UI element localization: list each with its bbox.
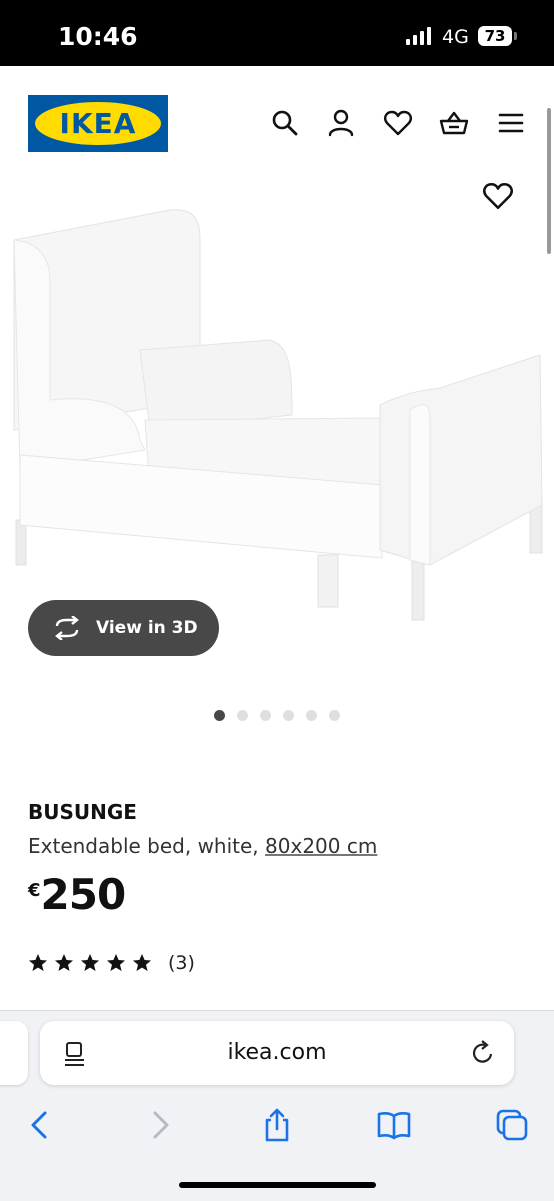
gallery-dot[interactable] [283, 710, 294, 721]
basket-icon[interactable] [439, 108, 469, 138]
user-icon[interactable] [326, 108, 356, 138]
product-size-link[interactable]: 80x200 cm [265, 834, 377, 858]
battery-level: 73 [484, 27, 506, 45]
view-in-3d-label: View in 3D [96, 618, 198, 638]
status-time: 10:46 [58, 22, 138, 51]
menu-icon[interactable] [496, 108, 526, 138]
rotate-3d-icon [52, 615, 82, 641]
home-indicator[interactable] [179, 1182, 376, 1188]
previous-tab-preview[interactable] [0, 1021, 28, 1085]
product-description-text: Extendable bed, white, [28, 834, 259, 858]
browser-toolbar: ikea.com [0, 1010, 554, 1201]
favorite-icon[interactable] [482, 180, 514, 212]
rating-count: (3) [168, 952, 195, 974]
reload-icon[interactable] [470, 1040, 496, 1066]
gallery-pagination [214, 710, 340, 722]
url-text: ikea.com [227, 1040, 327, 1065]
search-icon[interactable] [270, 108, 300, 138]
product-image[interactable] [0, 200, 554, 630]
tabs-icon[interactable] [494, 1107, 530, 1143]
product-name: BUSUNGE [28, 800, 137, 824]
share-icon[interactable] [259, 1107, 295, 1143]
star-icon [29, 954, 47, 971]
signal-icon [406, 27, 434, 50]
forward-icon[interactable] [142, 1107, 178, 1143]
logo-text: IKEA [59, 107, 137, 140]
price-currency: € [28, 880, 41, 901]
gallery-dot[interactable] [214, 710, 225, 721]
status-bar: 10:46 4G 73 [0, 0, 554, 66]
ikea-logo[interactable]: IKEA [28, 95, 168, 152]
site-header: IKEA [0, 66, 554, 176]
gallery-dot[interactable] [329, 710, 340, 721]
product-description: Extendable bed, white, 80x200 cm [28, 834, 377, 858]
address-bar[interactable]: ikea.com [40, 1021, 514, 1085]
star-icon [81, 954, 99, 971]
view-in-3d-button[interactable]: View in 3D [28, 600, 219, 656]
heart-icon[interactable] [383, 108, 413, 138]
gallery-dot[interactable] [237, 710, 248, 721]
gallery-dot[interactable] [260, 710, 271, 721]
star-icon [55, 954, 73, 971]
network-type: 4G [442, 26, 469, 48]
star-icon [107, 954, 125, 971]
product-price: €250 [28, 870, 127, 919]
gallery-dot[interactable] [306, 710, 317, 721]
battery-tip [514, 32, 517, 40]
battery-icon: 73 [478, 26, 512, 46]
price-amount: 250 [40, 870, 127, 919]
back-icon[interactable] [22, 1107, 58, 1143]
product-rating[interactable]: (3) [28, 952, 195, 974]
star-icon [133, 954, 151, 971]
bookmarks-icon[interactable] [376, 1107, 412, 1143]
